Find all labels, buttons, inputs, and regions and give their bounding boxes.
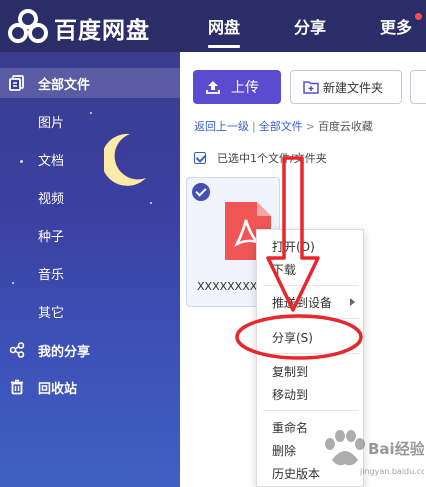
nav-share[interactable]: 分享: [294, 14, 326, 38]
menu-item-history[interactable]: 历史版本: [272, 465, 320, 482]
notification-dot: [415, 13, 422, 20]
sidebar-item-label: 视频: [38, 192, 65, 207]
sidebar-item-recycle-bin[interactable]: 回收站: [0, 372, 180, 402]
sidebar-item-label: 图片: [38, 116, 65, 131]
sidebar-item-all-files[interactable]: 全部文件: [0, 68, 180, 98]
menu-item-delete[interactable]: 删除: [272, 442, 296, 459]
file-selected-check-icon[interactable]: [192, 183, 210, 201]
breadcrumb-current: 百度云收藏: [317, 120, 373, 133]
menu-item-push-to-device[interactable]: 推送到设备: [272, 294, 332, 311]
nav-more[interactable]: 更多: [380, 14, 412, 38]
menu-divider: [263, 285, 359, 286]
selection-count-text: 已选中1个文件/文件夹: [217, 152, 327, 165]
selection-bar: 已选中1个文件/文件夹: [194, 150, 327, 166]
sidebar-item-label: 全部文件: [38, 78, 91, 93]
sidebar-item-label: 音乐: [38, 268, 65, 283]
sidebar: 全部文件 图片 文档 视频 种子 音乐 其它 我的分享 回收站: [0, 52, 180, 487]
watermark-logo-icon: Bai经验 jingyan.baidu.com: [325, 430, 424, 476]
menu-item-open[interactable]: 打开(O): [272, 238, 315, 255]
upload-icon: [206, 81, 220, 94]
sidebar-item-music[interactable]: 音乐: [0, 258, 180, 288]
upload-button[interactable]: 上传: [193, 70, 281, 104]
sidebar-item-images[interactable]: 图片: [0, 106, 180, 136]
new-folder-button[interactable]: 新建文件夹: [290, 70, 402, 104]
breadcrumb-separator: |: [252, 120, 256, 133]
menu-item-download[interactable]: 下载: [272, 261, 296, 278]
sidebar-item-label: 文档: [38, 154, 65, 169]
top-bar: 百度网盘 网盘 分享 更多: [0, 0, 426, 52]
submenu-arrow-icon: [350, 298, 355, 306]
breadcrumb-all-files-link[interactable]: 全部文件: [259, 120, 303, 133]
files-icon: [9, 75, 24, 91]
menu-divider: [263, 410, 359, 411]
sidebar-item-other[interactable]: 其它: [0, 296, 180, 326]
breadcrumb: 返回上一级 | 全部文件 > 百度云收藏: [194, 118, 373, 134]
breadcrumb-arrow: >: [305, 120, 315, 133]
sidebar-item-label: 其它: [38, 306, 65, 321]
watermark-text: Bai经验: [368, 440, 424, 458]
menu-divider: [263, 318, 359, 319]
sidebar-item-label: 我的分享: [38, 345, 91, 360]
watermark-url: jingyan.baidu.com: [359, 467, 424, 476]
sidebar-item-videos[interactable]: 视频: [0, 182, 180, 212]
more-actions-button[interactable]: [410, 70, 426, 104]
sidebar-item-label: 种子: [38, 230, 65, 245]
new-folder-button-label: 新建文件夹: [323, 80, 384, 95]
share-icon: [9, 342, 25, 358]
menu-divider: [263, 353, 359, 354]
menu-item-move-to[interactable]: 移动到: [272, 386, 308, 403]
trash-icon: [11, 379, 23, 395]
sidebar-item-documents[interactable]: 文档: [0, 144, 180, 174]
breadcrumb-back-link[interactable]: 返回上一级: [194, 120, 249, 133]
new-folder-icon: [303, 81, 319, 94]
baidu-netdisk-logo-icon[interactable]: [8, 8, 48, 44]
menu-item-rename[interactable]: 重命名: [272, 419, 308, 436]
sidebar-item-my-shares[interactable]: 我的分享: [0, 335, 180, 365]
upload-button-label: 上传: [231, 80, 259, 96]
menu-item-share[interactable]: 分享(S): [272, 329, 313, 346]
sidebar-item-label: 回收站: [38, 382, 78, 397]
menu-item-copy-to[interactable]: 复制到: [272, 363, 308, 380]
nav-netdisk[interactable]: 网盘: [208, 14, 241, 48]
brand-name[interactable]: 百度网盘: [54, 11, 150, 45]
select-all-checkbox[interactable]: [194, 152, 206, 164]
sidebar-item-torrents[interactable]: 种子: [0, 220, 180, 250]
